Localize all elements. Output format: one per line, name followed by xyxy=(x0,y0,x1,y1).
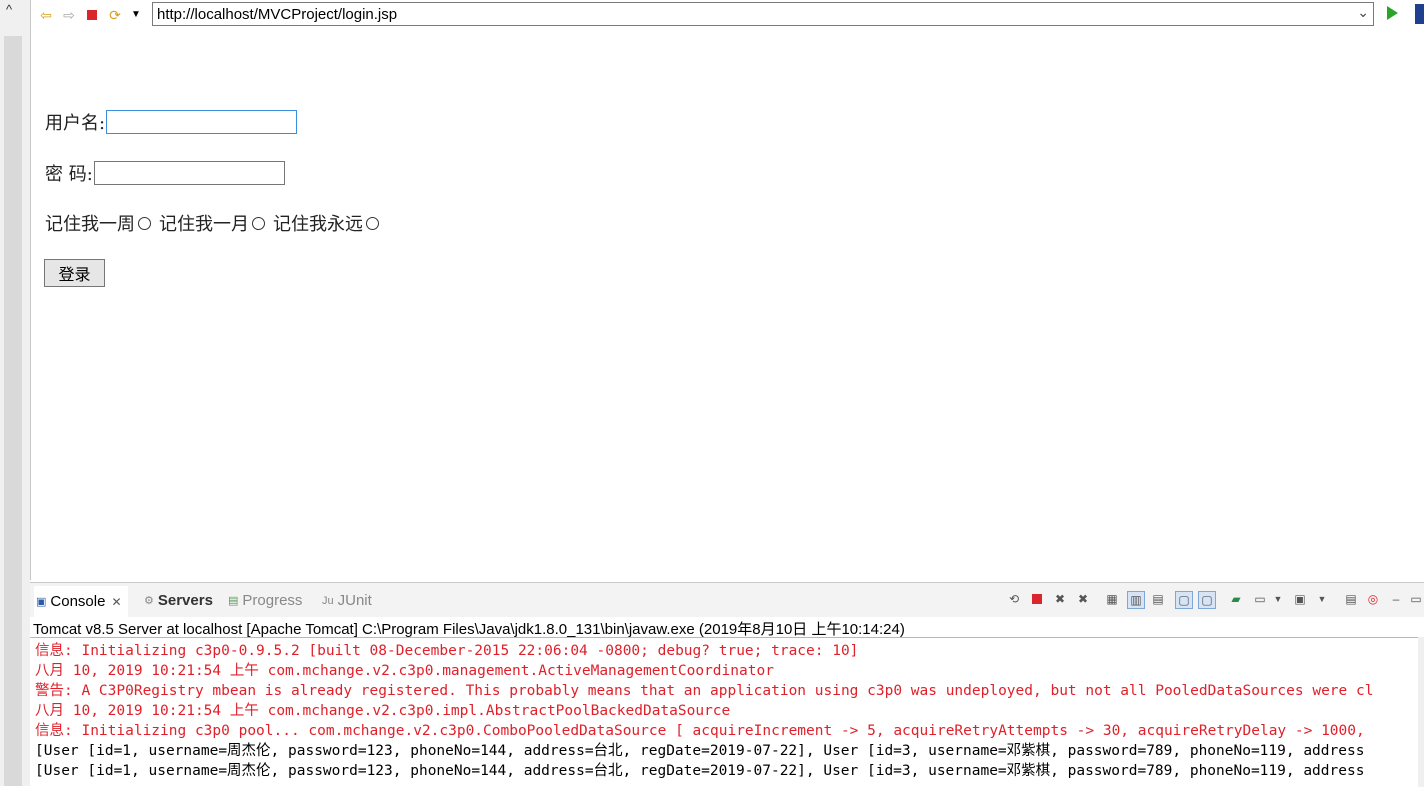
console-line: 八月 10, 2019 10:21:54 上午 com.mchange.v2.c… xyxy=(35,703,731,719)
console-panel: ▣ Console ✕ ⚙ Servers ▤ Progress Ju JUni… xyxy=(30,582,1424,787)
username-label: 用户名: xyxy=(45,113,106,134)
tab-servers-label: Servers xyxy=(157,592,213,609)
console-output[interactable]: 信息: Initializing c3p0-0.9.5.2 [built 08-… xyxy=(30,637,1420,788)
tab-junit-label: JUnit xyxy=(337,592,372,609)
console-line: [User [id=1, username=周杰伦, password=123,… xyxy=(35,763,1365,779)
scroll-lock-icon[interactable]: ▥ xyxy=(1127,591,1145,609)
maximize-icon[interactable]: ▭ xyxy=(1408,591,1424,607)
junit-icon: Ju xyxy=(322,594,334,607)
console-line: 警告: A C3P0Registry mbean is already regi… xyxy=(35,683,1374,699)
open-console-icon[interactable]: ▣ xyxy=(1292,591,1308,607)
remember-row: 记住我一周 记住我一月 记住我永远 xyxy=(45,210,387,236)
scroll-up-icon[interactable]: ^ xyxy=(6,2,12,17)
show-stderr-icon[interactable]: ▢ xyxy=(1198,591,1216,609)
login-button[interactable]: 登录 xyxy=(44,259,105,287)
left-gutter: ^ xyxy=(0,0,30,786)
username-row: 用户名: xyxy=(45,109,298,135)
console-line: 信息: Initializing c3p0-0.9.5.2 [built 08-… xyxy=(35,643,859,659)
remember-month-radio[interactable] xyxy=(252,216,265,230)
console-line: 信息: Initializing c3p0 pool... com.mchang… xyxy=(35,723,1365,739)
tab-junit[interactable]: Ju JUnit xyxy=(322,592,372,609)
remember-forever-radio[interactable] xyxy=(366,216,379,230)
username-input[interactable] xyxy=(106,110,298,134)
remove-all-icon[interactable]: ✖ xyxy=(1075,591,1091,607)
toolbar-edge-button[interactable] xyxy=(1415,4,1424,24)
password-row: 密 码: xyxy=(45,160,285,186)
console-icon: ▣ xyxy=(36,596,47,608)
tab-console-label: Console xyxy=(50,593,106,610)
remember-month-label: 记住我一月 xyxy=(159,214,249,235)
clear-console-icon[interactable]: ▦ xyxy=(1104,591,1120,607)
remember-week-label: 记住我一周 xyxy=(45,214,135,235)
tab-console[interactable]: ▣ Console ✕ xyxy=(34,586,128,617)
console-scrollbar[interactable] xyxy=(1418,637,1424,787)
remove-launch-icon[interactable]: ✖ xyxy=(1052,591,1068,607)
tab-servers[interactable]: ⚙ Servers xyxy=(144,592,213,609)
tab-progress[interactable]: ▤ Progress xyxy=(228,592,302,609)
console-header: Tomcat v8.5 Server at localhost [Apache … xyxy=(33,621,905,638)
internal-browser: ⇦ ⇨ ⟳ ▼ http://localhost/MVCProject/logi… xyxy=(30,0,1424,580)
browser-toolbar: ⇦ ⇨ ⟳ ▼ http://localhost/MVCProject/logi… xyxy=(31,0,1424,32)
chevron-down-icon[interactable]: ▼ xyxy=(127,6,145,24)
word-wrap-icon[interactable]: ▤ xyxy=(1150,591,1166,607)
console-line: [User [id=1, username=周杰伦, password=123,… xyxy=(35,743,1365,759)
remember-week-radio[interactable] xyxy=(138,216,151,230)
display-console-icon[interactable]: ▭ xyxy=(1252,591,1268,607)
refresh-icon[interactable]: ⟳ xyxy=(106,6,124,24)
login-page: 用户名: 密 码: 记住我一周 记住我一月 记住我永远 登录 xyxy=(44,32,1424,572)
show-stdout-icon[interactable]: ▢ xyxy=(1175,591,1193,609)
panel-tabs: ▣ Console ✕ ⚙ Servers ▤ Progress Ju JUni… xyxy=(30,583,1424,617)
go-icon[interactable] xyxy=(1387,6,1398,20)
pin-console-icon[interactable]: ▰ xyxy=(1228,591,1244,607)
url-dropdown-icon[interactable]: ⌄ xyxy=(1357,4,1369,21)
gutter-scrollbar[interactable] xyxy=(4,36,22,786)
stop-icon[interactable] xyxy=(83,6,101,24)
chevron-down-icon[interactable]: ▼ xyxy=(1314,591,1330,607)
view-menu-icon[interactable]: ▤ xyxy=(1343,591,1359,607)
breakpoint-icon[interactable]: ◎ xyxy=(1365,591,1381,607)
forward-arrow-icon[interactable]: ⇨ xyxy=(60,6,78,24)
progress-icon: ▤ xyxy=(228,595,239,607)
remember-forever-label: 记住我永远 xyxy=(273,214,363,235)
console-line: 八月 10, 2019 10:21:54 上午 com.mchange.v2.c… xyxy=(35,663,774,679)
tab-progress-label: Progress xyxy=(242,592,303,609)
relaunch-icon[interactable]: ⟲ xyxy=(1006,591,1022,607)
minimize-icon[interactable]: – xyxy=(1388,591,1404,607)
close-icon[interactable]: ✕ xyxy=(111,595,121,609)
terminate-icon[interactable] xyxy=(1029,591,1045,607)
servers-icon: ⚙ xyxy=(144,595,154,607)
url-bar[interactable]: http://localhost/MVCProject/login.jsp ⌄ xyxy=(152,2,1374,26)
password-input[interactable] xyxy=(93,161,285,185)
back-arrow-icon[interactable]: ⇦ xyxy=(37,6,55,24)
password-label: 密 码: xyxy=(45,164,93,185)
url-text[interactable]: http://localhost/MVCProject/login.jsp xyxy=(157,6,397,23)
chevron-down-icon[interactable]: ▼ xyxy=(1270,591,1286,607)
